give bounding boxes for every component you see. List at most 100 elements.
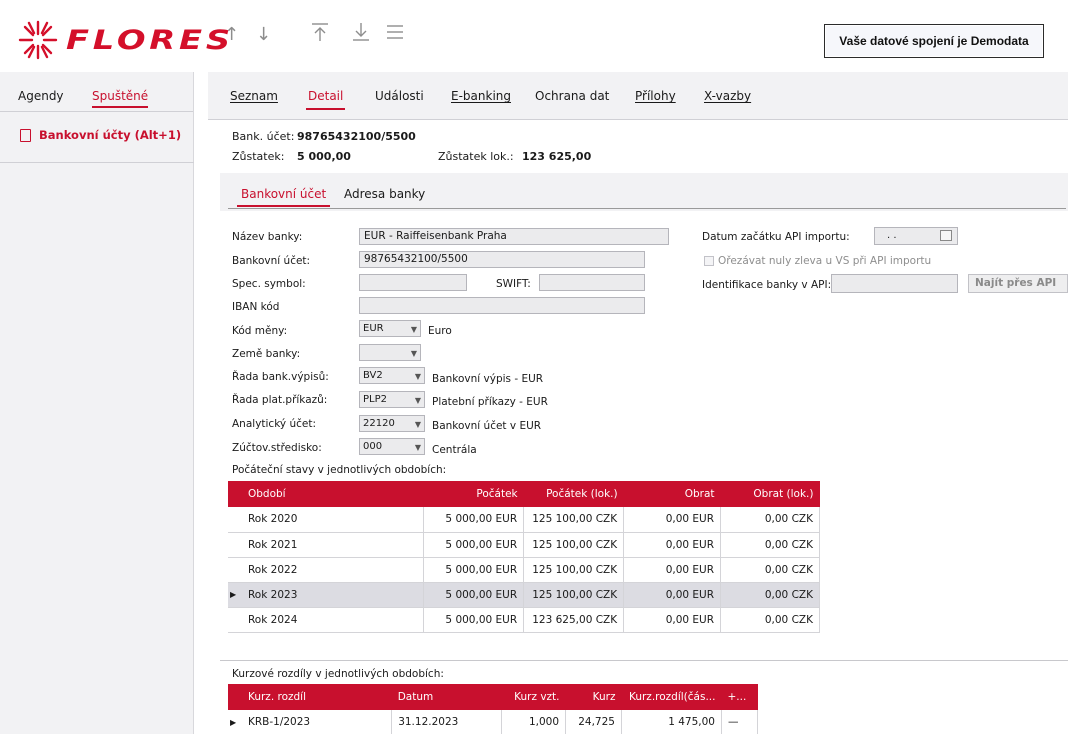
calendar-icon[interactable] [940, 230, 952, 241]
cell-start-local: 125 100,00 CZK [523, 582, 625, 608]
arrow-to-top-icon[interactable] [311, 22, 329, 47]
table-row[interactable]: ▶ KRB-1/2023 31.12.2023 1,000 24,725 1 4… [228, 710, 759, 734]
tab-e-banking[interactable]: E-banking [451, 89, 511, 103]
chevron-down-icon[interactable]: ▼ [411, 346, 417, 361]
spec-symbol-label: Spec. symbol: [232, 278, 306, 290]
statement-series-select[interactable]: BV2 ▼ [359, 367, 425, 384]
column-header-more[interactable]: +... [721, 684, 758, 710]
api-date-label: Datum začátku API importu: [702, 231, 850, 243]
bank-name-field[interactable]: EUR - Raiffeisenbank Praha [359, 228, 669, 245]
exchange-diffs-caption: Kurzové rozdíly v jednotlivých obdobích: [232, 668, 444, 680]
api-bank-field[interactable] [831, 274, 958, 293]
chevron-down-icon[interactable]: ▼ [415, 393, 421, 408]
column-header-start-local[interactable]: Počátek (lok.) [523, 481, 624, 507]
table-row[interactable]: Rok 2020 5 000,00 EUR 125 100,00 CZK 0,0… [228, 507, 820, 533]
payment-series-select[interactable]: PLP2 ▼ [359, 391, 425, 408]
main-tabs: Seznam Detail Události E-banking Ochrana… [208, 72, 1068, 120]
tab-detail[interactable]: Detail [305, 89, 346, 110]
cost-center-select[interactable]: 000 ▼ [359, 438, 425, 455]
statement-series-value: BV2 [363, 370, 383, 381]
balance-value: 5 000,00 [297, 150, 351, 163]
tab-prilohy[interactable]: Přílohy [635, 89, 676, 103]
cell-turnover: 0,00 EUR [623, 607, 722, 633]
tab-udalosti[interactable]: Události [375, 89, 424, 103]
bank-account-field[interactable]: 98765432100/5500 [359, 251, 645, 268]
tab-ochrana-dat[interactable]: Ochrana dat [535, 89, 609, 103]
sidebar-item-label: Bankovní účty (Alt+1) [39, 128, 182, 142]
column-header-turnover[interactable]: Obrat [623, 481, 721, 507]
spec-symbol-field[interactable] [359, 274, 467, 291]
find-via-api-button[interactable]: Najít přes API [968, 274, 1068, 293]
bank-name-label: Název banky: [232, 231, 303, 243]
local-balance-label: Zůstatek lok.: [438, 150, 514, 163]
column-header-rate-rel[interactable]: Kurz vzt. [501, 684, 566, 710]
arrow-down-icon[interactable]: ↓ [256, 24, 271, 45]
menu-icon[interactable] [386, 24, 404, 45]
column-header-rate[interactable]: Kurz [565, 684, 622, 710]
chevron-down-icon[interactable]: ▼ [415, 417, 421, 432]
chevron-down-icon[interactable]: ▼ [411, 322, 417, 337]
table-header-row: Kurz. rozdíl Datum Kurz vzt. Kurz Kurz.r… [228, 684, 758, 710]
row-indicator [228, 557, 242, 583]
cell-more: — [721, 710, 759, 734]
row-indicator [228, 532, 242, 558]
cell-turnover: 0,00 EUR [623, 557, 722, 583]
arrow-to-bottom-icon[interactable] [352, 22, 370, 47]
row-indicator [228, 507, 242, 533]
cell-period: Rok 2022 [241, 557, 425, 583]
balance-label: Zůstatek: [232, 150, 285, 163]
cell-turnover: 0,00 EUR [623, 532, 722, 558]
currency-note: Euro [428, 325, 452, 337]
column-header-diff-amount[interactable]: Kurz.rozdíl(čás... [621, 684, 722, 710]
flores-starburst-icon [18, 20, 58, 60]
column-header-start[interactable]: Počátek [423, 481, 524, 507]
iban-label: IBAN kód [232, 301, 280, 313]
sidebar-item-bank-accounts[interactable]: Bankovní účty (Alt+1) [20, 128, 181, 142]
iban-field[interactable] [359, 297, 645, 314]
cell-start: 5 000,00 EUR [423, 582, 525, 608]
cell-start: 5 000,00 EUR [423, 607, 525, 633]
column-header-date[interactable]: Datum [391, 684, 502, 710]
cell-diff-name: KRB-1/2023 [241, 710, 393, 734]
sub-tabs: Bankovní účet Adresa banky [220, 173, 1068, 211]
cell-rate-rel: 1,000 [501, 710, 567, 734]
column-header-diff-name[interactable]: Kurz. rozdíl [241, 684, 392, 710]
cell-period: Rok 2023 [241, 582, 425, 608]
sidebar-tab-spustene[interactable]: Spuštěné [92, 89, 149, 108]
tab-seznam[interactable]: Seznam [230, 89, 278, 103]
tab-x-vazby[interactable]: X-vazby [704, 89, 751, 103]
cell-diff-amount: 1 475,00 [621, 710, 722, 734]
cell-turnover-local: 0,00 CZK [720, 607, 820, 633]
cell-start-local: 125 100,00 CZK [523, 507, 625, 533]
payment-series-note: Platební příkazy - EUR [432, 396, 548, 408]
analytic-account-label: Analytický účet: [232, 418, 317, 430]
cell-turnover-local: 0,00 CZK [720, 532, 820, 558]
table-row[interactable]: Rok 2022 5 000,00 EUR 125 100,00 CZK 0,0… [228, 557, 820, 583]
cell-turnover: 0,00 EUR [623, 507, 722, 533]
table-row[interactable]: Rok 2021 5 000,00 EUR 125 100,00 CZK 0,0… [228, 532, 820, 558]
sidebar-tab-agendy[interactable]: Agendy [18, 89, 64, 103]
sidebar-tabs: Agendy Spuštěné [0, 72, 193, 112]
statement-series-label: Řada bank.výpisů: [232, 371, 329, 383]
subtab-bankovni-ucet[interactable]: Bankovní účet [236, 187, 331, 207]
table-row-selected[interactable]: ▶ Rok 2023 5 000,00 EUR 125 100,00 CZK 0… [228, 582, 820, 608]
chevron-down-icon[interactable]: ▼ [415, 440, 421, 455]
swift-label: SWIFT: [496, 278, 531, 290]
local-balance-value: 123 625,00 [522, 150, 592, 163]
column-header-period[interactable]: Období [241, 481, 424, 507]
country-select[interactable]: ▼ [359, 344, 421, 361]
analytic-account-select[interactable]: 22120 ▼ [359, 415, 425, 432]
api-date-field[interactable]: . . [874, 227, 958, 245]
cell-turnover-local: 0,00 CZK [720, 557, 820, 583]
table-row[interactable]: Rok 2024 5 000,00 EUR 123 625,00 CZK 0,0… [228, 607, 820, 633]
arrow-up-icon[interactable]: ↑ [224, 24, 239, 45]
column-header-turnover-local[interactable]: Obrat (lok.) [720, 481, 820, 507]
chevron-down-icon[interactable]: ▼ [415, 369, 421, 384]
currency-select[interactable]: EUR ▼ [359, 320, 421, 337]
trim-zeros-checkbox[interactable] [704, 256, 714, 266]
cell-start-local: 123 625,00 CZK [523, 607, 625, 633]
subtab-adresa-banky[interactable]: Adresa banky [344, 187, 425, 201]
swift-field[interactable] [539, 274, 645, 291]
table-header-indicator [228, 684, 242, 710]
cell-start-local: 125 100,00 CZK [523, 557, 625, 583]
